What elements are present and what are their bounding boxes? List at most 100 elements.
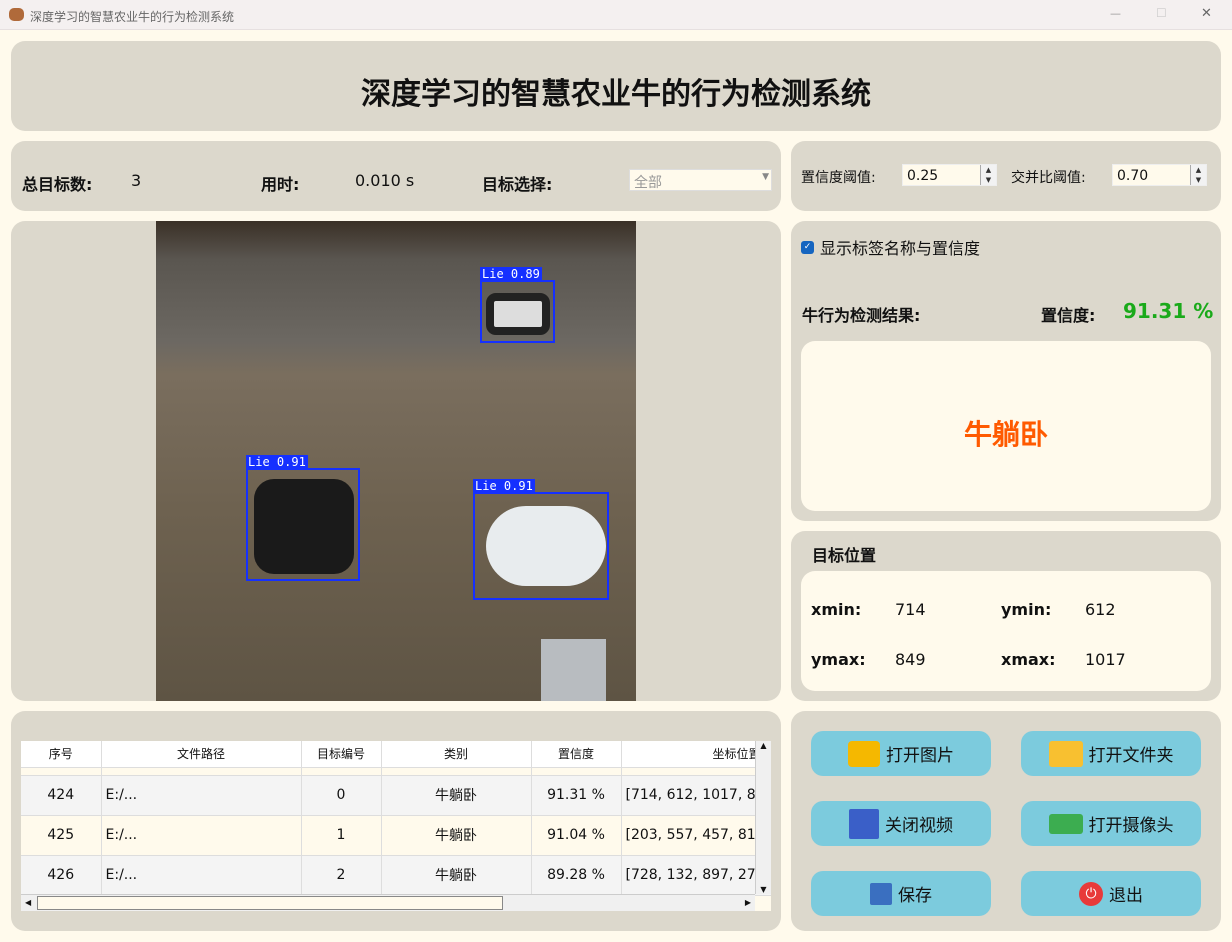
- xmax-value: 1017: [1085, 650, 1126, 669]
- exit-button[interactable]: ⏻ 退出: [1021, 871, 1201, 916]
- image-icon: [848, 740, 880, 767]
- xmin-label: xmin:: [811, 600, 862, 619]
- header-panel: 深度学习的智慧农业牛的行为检测系统: [11, 41, 1221, 131]
- close-video-label: 关闭视频: [885, 816, 953, 836]
- xmax-label: xmax:: [1001, 650, 1056, 669]
- ymax-value: 849: [895, 650, 926, 669]
- stats-panel: 总目标数: 3 用时: 0.010 s 目标选择: 全部 ▼: [11, 141, 781, 211]
- iou-threshold-value: 0.70: [1117, 168, 1149, 184]
- table-row[interactable]: 424 E:/... 0 牛躺卧 91.31 % [714, 612, 1017, 84: [21, 775, 771, 816]
- open-image-button[interactable]: 打开图片: [811, 731, 991, 776]
- scroll-up-icon[interactable]: ▲: [756, 741, 771, 750]
- image-panel: Lie 0.89 Lie 0.91 Lie 0.91: [11, 221, 781, 701]
- cell: E:/...: [101, 815, 302, 856]
- cell: [203, 557, 457, 810: [621, 815, 771, 856]
- cell: 91.04 %: [531, 815, 622, 856]
- scroll-right-icon[interactable]: ▶: [745, 898, 751, 907]
- table-header-row: 序号 文件路径 目标编号 类别 置信度 坐标位置: [21, 741, 771, 768]
- window-title: 深度学习的智慧农业牛的行为检测系统: [30, 10, 235, 24]
- bbox: Lie 0.91: [246, 455, 360, 581]
- table-row[interactable]: 426 E:/... 2 牛躺卧 89.28 % [728, 132, 897, 273: [21, 855, 771, 896]
- maximize-button[interactable]: ☐: [1156, 6, 1167, 20]
- cell: 牛躺卧: [381, 855, 532, 896]
- open-image-label: 打开图片: [886, 746, 954, 766]
- cell: 425: [21, 815, 102, 856]
- bbox-label: Lie 0.89: [480, 267, 542, 281]
- open-folder-button[interactable]: 打开文件夹: [1021, 731, 1201, 776]
- confidence-label: 置信度:: [1041, 306, 1096, 325]
- open-camera-button[interactable]: 打开摄像头: [1021, 801, 1201, 846]
- table-row[interactable]: 425 E:/... 1 牛躺卧 91.04 % [203, 557, 457, 810: [21, 815, 771, 856]
- params-panel: 置信度阈值: 0.25 ▲ ▼ 交并比阈值: 0.70 ▲ ▼: [791, 141, 1221, 211]
- exit-label: 退出: [1109, 886, 1143, 906]
- bbox-label: Lie 0.91: [246, 455, 308, 469]
- title-bar: 深度学习的智慧农业牛的行为检测系统 — ☐ ✕: [0, 0, 1232, 30]
- iou-threshold-label: 交并比阈值:: [1011, 170, 1086, 186]
- post-shape: [541, 639, 606, 701]
- show-labels-text: 显示标签名称与置信度: [820, 239, 981, 258]
- save-button[interactable]: 保存: [811, 871, 991, 916]
- close-button[interactable]: ✕: [1201, 6, 1212, 21]
- scroll-thumb[interactable]: [37, 896, 503, 910]
- ymax-label: ymax:: [811, 650, 866, 669]
- spin-arrows-icon[interactable]: ▲ ▼: [1190, 165, 1206, 185]
- total-label: 总目标数:: [22, 175, 93, 194]
- col-header[interactable]: 目标编号: [301, 741, 382, 768]
- table-panel: 序号 文件路径 目标编号 类别 置信度 坐标位置 424 E:/... 0 牛躺卧 91…: [11, 711, 781, 931]
- ymin-value: 612: [1085, 600, 1116, 619]
- result-label: 牛行为检测结果:: [802, 306, 921, 325]
- col-header[interactable]: 坐标位置: [621, 741, 771, 768]
- cell: 89.28 %: [531, 855, 622, 896]
- folder-icon: [1048, 740, 1083, 767]
- cell: 424: [21, 775, 102, 816]
- spin-arrows-icon[interactable]: ▲ ▼: [980, 165, 996, 185]
- cell: E:/...: [101, 775, 302, 816]
- results-table: 序号 文件路径 目标编号 类别 置信度 坐标位置 424 E:/... 0 牛躺卧 91…: [21, 741, 771, 896]
- show-labels-checkbox[interactable]: ✓ 显示标签名称与置信度: [801, 235, 980, 259]
- cell: 1: [301, 815, 382, 856]
- scroll-left-icon[interactable]: ◀: [25, 898, 31, 907]
- time-label: 用时:: [261, 175, 300, 194]
- iou-threshold-spinbox[interactable]: 0.70 ▲ ▼: [1112, 164, 1207, 186]
- col-header[interactable]: 置信度: [531, 741, 622, 768]
- target-select-label: 目标选择:: [482, 175, 553, 194]
- minimize-button[interactable]: —: [1110, 7, 1121, 20]
- video-icon: [849, 808, 879, 839]
- results-table-container: 序号 文件路径 目标编号 类别 置信度 坐标位置 424 E:/... 0 牛躺卧 91…: [21, 741, 771, 911]
- conf-threshold-value: 0.25: [907, 168, 939, 184]
- checkbox-checked-icon: ✓: [801, 240, 814, 254]
- cell: 牛躺卧: [381, 815, 532, 856]
- cell: 426: [21, 855, 102, 896]
- ymin-label: ymin:: [1001, 600, 1052, 619]
- result-panel: ✓ 显示标签名称与置信度 牛行为检测结果: 置信度: 91.31 % 牛躺卧: [791, 221, 1221, 521]
- conf-threshold-spinbox[interactable]: 0.25 ▲ ▼: [902, 164, 997, 186]
- position-panel: 目标位置 xmin: 714 ymin: 612 ymax: 849 xmax:…: [791, 531, 1221, 701]
- conf-threshold-label: 置信度阈值:: [801, 170, 876, 186]
- confidence-value: 91.31 %: [1123, 299, 1214, 323]
- save-label: 保存: [898, 886, 932, 906]
- xmin-value: 714: [895, 600, 926, 619]
- scroll-down-icon[interactable]: ▼: [756, 885, 771, 894]
- result-class: 牛躺卧: [963, 418, 1048, 451]
- position-box: xmin: 714 ymin: 612 ymax: 849 xmax: 1017: [801, 571, 1211, 691]
- col-header[interactable]: 文件路径: [101, 741, 302, 768]
- position-title: 目标位置: [812, 546, 877, 565]
- bbox: Lie 0.89: [480, 267, 555, 343]
- horizontal-scrollbar[interactable]: ◀ ▶: [21, 894, 755, 911]
- cell: 2: [301, 855, 382, 896]
- target-select[interactable]: 全部 ▼: [629, 169, 772, 191]
- cell: [728, 132, 897, 273: [621, 855, 771, 896]
- bbox-label: Lie 0.91: [473, 479, 535, 493]
- close-video-button[interactable]: 关闭视频: [811, 801, 991, 846]
- save-icon: [870, 882, 892, 905]
- result-box: 牛躺卧: [801, 341, 1211, 511]
- vertical-scrollbar[interactable]: ▲ ▼: [755, 741, 771, 894]
- col-header[interactable]: 类别: [381, 741, 532, 768]
- bbox: Lie 0.91: [473, 479, 609, 600]
- time-value: 0.010 s: [355, 171, 415, 190]
- app-cow-icon: [9, 8, 24, 21]
- total-value: 3: [131, 171, 142, 190]
- col-header[interactable]: 序号: [21, 741, 102, 768]
- camera-icon: [1048, 813, 1083, 834]
- cell: 0: [301, 775, 382, 816]
